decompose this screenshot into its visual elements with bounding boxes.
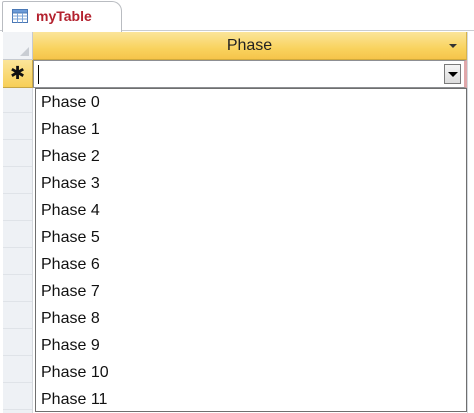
phase-combo-input[interactable] [36,63,436,85]
datasheet-window: myTable Phase ✱ Phase 0 Phase 1 Phase 2 … [0,0,474,413]
combo-dropdown-button[interactable] [444,64,461,84]
new-record-star-icon: ✱ [9,63,26,83]
dropdown-option-phase-0[interactable]: Phase 0 [36,89,466,116]
dropdown-option-phase-6[interactable]: Phase 6 [36,251,466,278]
new-record-selector[interactable]: ✱ [3,60,33,88]
record-selector-column [3,32,33,413]
dropdown-option-phase-2[interactable]: Phase 2 [36,143,466,170]
dropdown-option-phase-3[interactable]: Phase 3 [36,170,466,197]
dropdown-option-phase-8[interactable]: Phase 8 [36,305,466,332]
chevron-down-icon [448,72,458,77]
column-header-label: Phase [226,37,273,54]
tab-mytable[interactable]: myTable [2,1,122,32]
dropdown-option-phase-7[interactable]: Phase 7 [36,278,466,305]
phase-dropdown-list: Phase 0 Phase 1 Phase 2 Phase 3 Phase 4 … [35,88,467,412]
document-tab-strip: myTable [0,0,474,32]
phase-combo-box[interactable] [33,60,467,88]
select-all-triangle-icon [20,47,29,56]
dropdown-option-phase-10[interactable]: Phase 10 [36,359,466,386]
table-icon [12,9,28,23]
grid-right-border [467,32,468,413]
column-header-phase[interactable]: Phase [33,32,467,60]
select-all-cell[interactable] [3,32,33,60]
dropdown-option-phase-5[interactable]: Phase 5 [36,224,466,251]
tab-title: myTable [36,8,92,24]
dropdown-option-phase-9[interactable]: Phase 9 [36,332,466,359]
dropdown-option-phase-1[interactable]: Phase 1 [36,116,466,143]
dropdown-option-phase-4[interactable]: Phase 4 [36,197,466,224]
text-caret [38,65,39,84]
dropdown-option-phase-11[interactable]: Phase 11 [36,386,466,411]
column-filter-dropdown-icon[interactable] [449,44,457,48]
